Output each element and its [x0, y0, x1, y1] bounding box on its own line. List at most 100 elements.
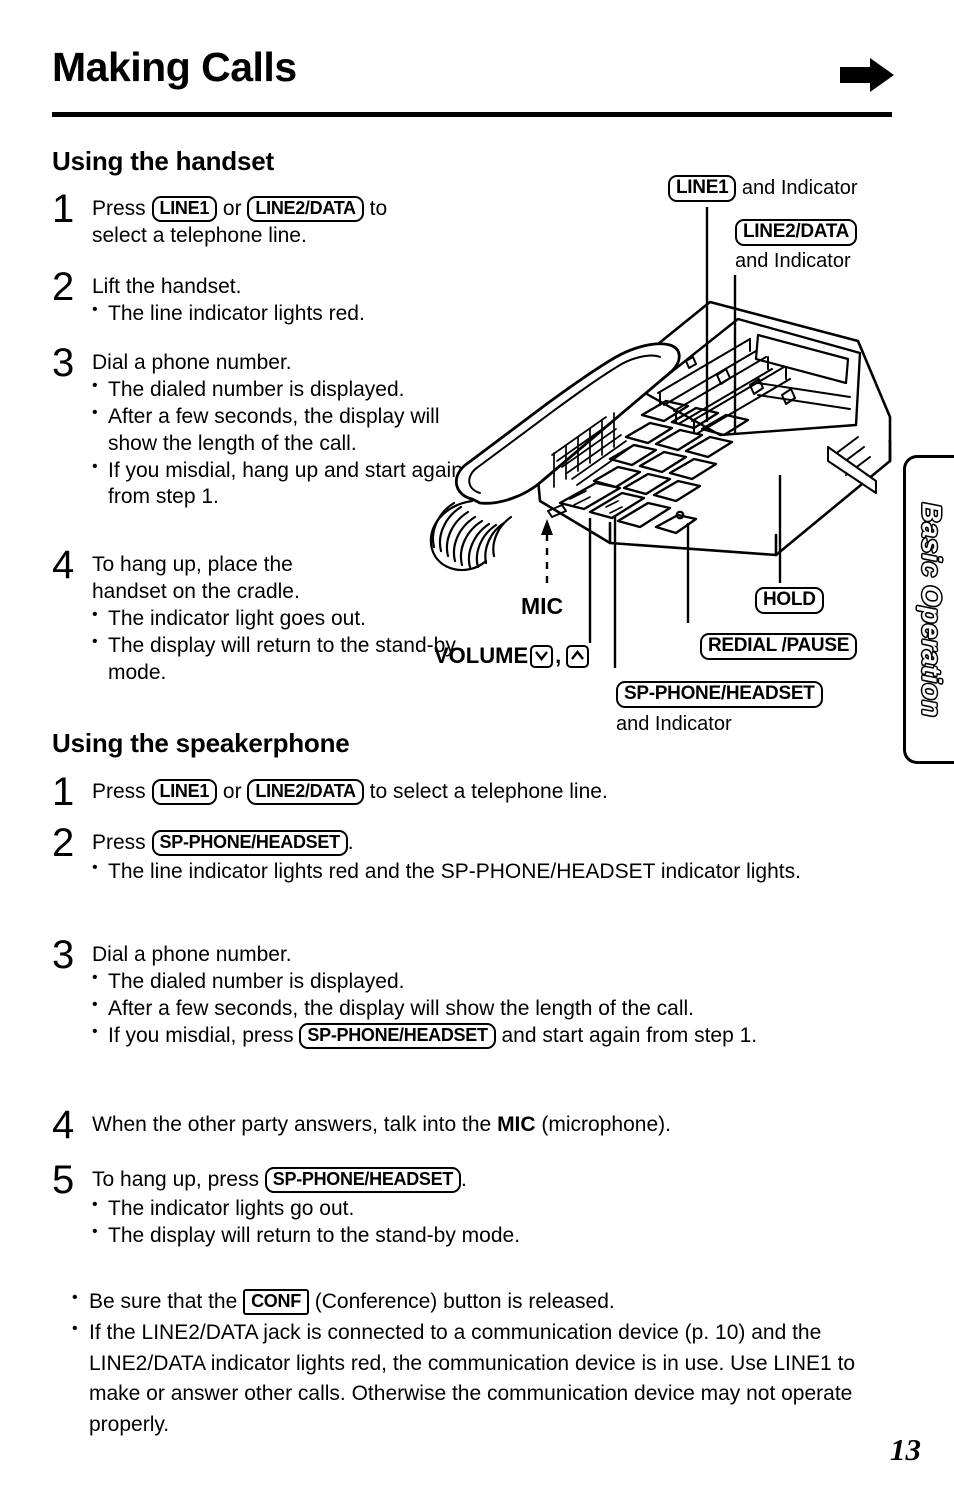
- step-text-line: To hang up, press SP-PHONE/HEADSET.: [92, 1167, 520, 1194]
- step-text-part: select a telephone line.: [92, 223, 307, 247]
- key-line1: LINE1: [151, 779, 218, 806]
- callout-mic: MIC: [521, 593, 564, 619]
- key-line2-data: LINE2/DATA: [735, 219, 858, 247]
- step-number: 3: [52, 933, 75, 977]
- step-bullets: The dialed number is displayed. After a …: [92, 376, 472, 512]
- speakerphone-step-5: 5 To hang up, press SP-PHONE/HEADSET. Th…: [52, 1158, 922, 1250]
- side-tab-label: Basic Operation: [915, 501, 947, 718]
- callout-line2-data: LINE2/DATA and Indicator: [735, 219, 858, 273]
- callout-redial-pause: REDIAL /PAUSE: [700, 633, 858, 661]
- key-sp-phone-headset: SP-PHONE/HEADSET: [299, 1022, 496, 1049]
- step-bullets: The indicator lights go out. The display…: [92, 1195, 520, 1250]
- step-text-line: Press SP-PHONE/HEADSET.: [92, 830, 948, 857]
- step-text-part: to: [369, 197, 388, 220]
- step-text: When the other party answers, talk into …: [92, 1108, 671, 1139]
- key-sp-phone-headset: SP-PHONE/HEADSET: [151, 830, 348, 857]
- volume-down-icon: [530, 644, 554, 668]
- page-title: Making Calls: [52, 44, 297, 90]
- notes-section: Be sure that the CONF (Conference) butto…: [72, 1286, 902, 1441]
- notes-list: Be sure that the CONF (Conference) butto…: [72, 1286, 902, 1440]
- bullet-text-part: and start again from step 1.: [501, 1023, 758, 1047]
- step-bullets: The line indicator lights red and the SP…: [92, 858, 948, 886]
- step-text: Dial a phone number. The dialed number i…: [92, 346, 472, 511]
- note-item-conf: Be sure that the CONF (Conference) butto…: [72, 1286, 902, 1317]
- handset-step-3: 3 Dial a phone number. The dialed number…: [52, 341, 472, 511]
- note-item-line2-data: If the LINE2/DATA jack is connected to a…: [72, 1317, 902, 1440]
- step-text-part: Press: [92, 831, 146, 854]
- handset-step-4: 4 To hang up, place the handset on the c…: [52, 543, 472, 686]
- callout-volume-label: VOLUME: [434, 643, 529, 668]
- step-text-part: Press: [92, 197, 146, 220]
- note-text-part: Be sure that the: [89, 1290, 238, 1313]
- bullet-item: If you misdial, hang up and start again …: [92, 457, 472, 512]
- callout-line1: LINE1 and Indicator: [668, 175, 858, 203]
- step-text-part: .: [347, 831, 354, 854]
- mic-arrow-icon: [541, 519, 553, 535]
- key-line1: LINE1: [668, 175, 737, 203]
- step-text-part: .: [461, 1168, 467, 1191]
- key-line2-data: LINE2/DATA: [247, 779, 364, 806]
- step-bullets: The dialed number is displayed. After a …: [92, 968, 938, 1050]
- speakerphone-step-2: 2 Press SP-PHONE/HEADSET. The line indic…: [52, 823, 922, 886]
- bullet-item: The dialed number is displayed.: [92, 376, 472, 404]
- key-conf: CONF: [243, 1289, 309, 1316]
- step-bullets: The indicator light goes out. The displa…: [92, 605, 472, 687]
- step-number: 3: [52, 341, 75, 385]
- note-text-part: (Conference) button is released.: [314, 1290, 615, 1313]
- title-divider: [52, 112, 892, 117]
- key-line1: LINE1: [151, 196, 218, 223]
- key-line2-data: LINE2/DATA: [247, 196, 364, 223]
- callout-suffix: and Indicator: [616, 713, 732, 736]
- bullet-item: The line indicator lights red.: [92, 300, 365, 328]
- handset-step-1: 1 Press LINE1 or LINE2/DATA to select a …: [52, 187, 482, 250]
- callout-suffix: and Indicator: [735, 250, 851, 273]
- key-hold: HOLD: [755, 587, 824, 615]
- bullet-item: The line indicator lights red and the SP…: [92, 858, 948, 886]
- step-number: 4: [52, 1103, 75, 1147]
- bullet-item: The indicator light goes out.: [92, 605, 472, 633]
- bullet-item: The display will return to the stand-by …: [92, 1222, 520, 1250]
- callout-volume: VOLUME ,: [434, 643, 590, 669]
- step-text: To hang up, place the handset on the cra…: [92, 548, 472, 686]
- step-number: 1: [52, 770, 75, 814]
- bullet-text-part: If you misdial, press: [108, 1023, 294, 1047]
- right-arrow-icon: [840, 58, 894, 92]
- bullet-item: After a few seconds, the display will sh…: [92, 995, 938, 1023]
- step-text: Dial a phone number. The dialed number i…: [92, 938, 938, 1050]
- side-tab-basic-operation: Basic Operation: [903, 455, 954, 764]
- page-number: 13: [890, 1432, 921, 1467]
- step-text: Press SP-PHONE/HEADSET. The line indicat…: [92, 826, 948, 886]
- step-text-part: Lift the handset.: [92, 275, 242, 298]
- step-number: 4: [52, 543, 75, 587]
- volume-up-icon: [566, 644, 590, 668]
- key-sp-phone-headset: SP-PHONE/HEADSET: [616, 681, 823, 709]
- step-text-part: To hang up, place the handset on the cra…: [92, 553, 300, 603]
- section-heading-handset: Using the handset: [52, 146, 274, 176]
- step-text: Press LINE1 or LINE2/DATA to select a te…: [92, 192, 387, 250]
- step-text-part: Dial a phone number.: [92, 943, 292, 966]
- key-redial-pause: REDIAL /PAUSE: [700, 633, 858, 661]
- step-text: To hang up, press SP-PHONE/HEADSET. The …: [92, 1163, 520, 1250]
- step-text-part: or: [222, 197, 242, 220]
- bullet-item: The dialed number is displayed.: [92, 968, 938, 996]
- step-number: 5: [52, 1158, 75, 1202]
- step-number: 2: [52, 265, 75, 309]
- bullet-item-with-key: If you misdial, press SP-PHONE/HEADSET a…: [92, 1022, 938, 1050]
- step-text-part: Dial a phone number.: [92, 351, 292, 374]
- key-sp-phone-headset: SP-PHONE/HEADSET: [264, 1167, 462, 1194]
- step-text-part: to select a telephone line.: [369, 780, 608, 803]
- step-text-part: Press: [92, 780, 146, 803]
- step-text-part: To hang up, press: [92, 1168, 259, 1191]
- comma-separator: ,: [555, 643, 562, 668]
- bullet-item: After a few seconds, the display will sh…: [92, 403, 472, 458]
- callout-hold: HOLD: [755, 587, 824, 615]
- step-text-part: or: [222, 780, 242, 803]
- callout-suffix: and Indicator: [741, 177, 858, 199]
- step-text-part: When the other party answers, talk into …: [92, 1113, 492, 1136]
- callout-sp-phone-headset: SP-PHONE/HEADSET and Indicator: [616, 681, 823, 736]
- section-heading-speakerphone: Using the speakerphone: [52, 728, 350, 758]
- speakerphone-step-1: 1 Press LINE1 or LINE2/DATA to select a …: [52, 770, 922, 814]
- step-number: 1: [52, 187, 75, 231]
- bullet-item: The display will return to the stand-by …: [92, 632, 472, 687]
- mic-emphasis: MIC: [497, 1113, 536, 1136]
